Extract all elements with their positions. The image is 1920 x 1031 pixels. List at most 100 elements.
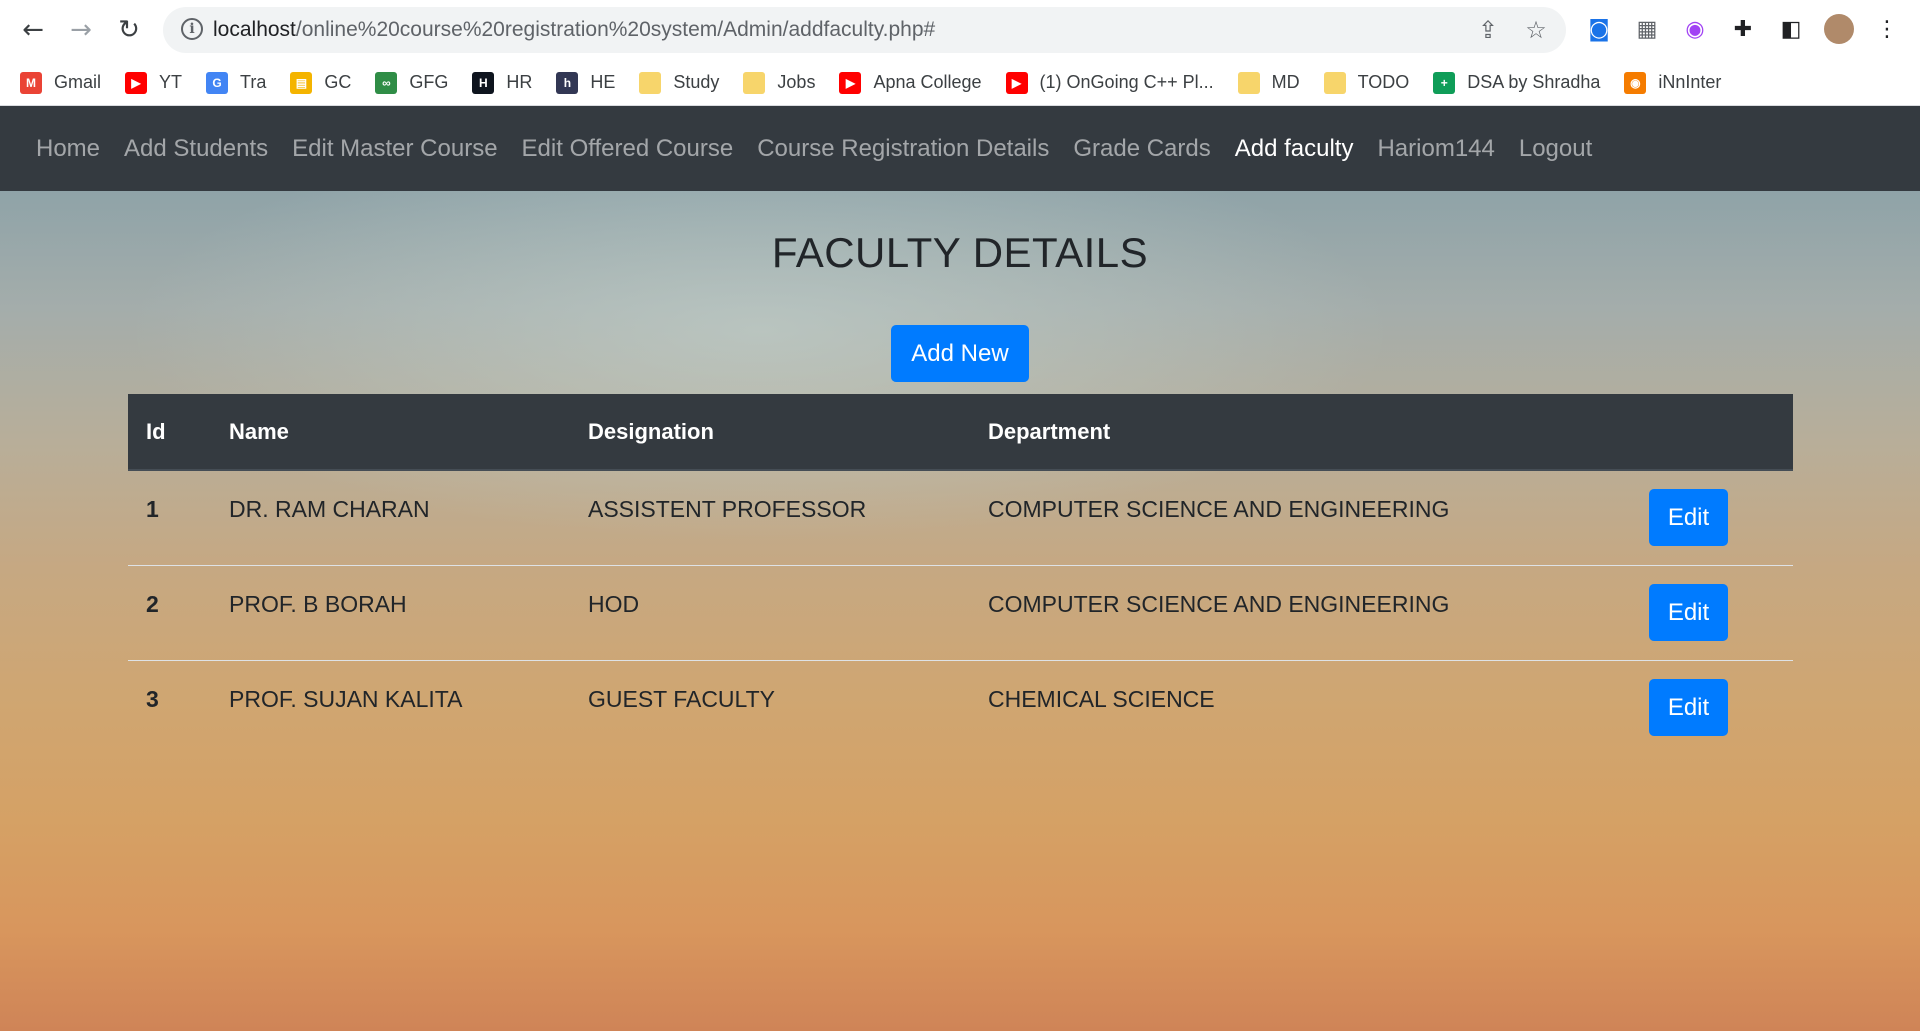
- youtube-icon: ▶: [125, 71, 148, 94]
- bookmark-item[interactable]: M Gmail: [20, 71, 102, 94]
- cell-id: 3: [146, 686, 159, 712]
- edit-button[interactable]: Edit: [1649, 584, 1728, 641]
- address-bar[interactable]: i localhost/online%20course%20registrati…: [163, 7, 1566, 53]
- bookmark-item[interactable]: Jobs: [743, 71, 816, 94]
- sheets-icon: +: [1433, 71, 1456, 94]
- cell-department: CHEMICAL SCIENCE: [988, 686, 1215, 712]
- main-content: FACULTY DETAILS Add New Id Name Designat…: [0, 191, 1920, 1031]
- folder-icon: [639, 71, 662, 94]
- table-row: 1 DR. RAM CHARAN ASSISTENT PROFESSOR COMPUT…: [128, 471, 1793, 566]
- menu-kebab-icon[interactable]: ⋮: [1871, 13, 1903, 45]
- header-designation: Designation: [588, 419, 714, 444]
- cell-name: DR. RAM CHARAN: [229, 496, 430, 522]
- header-id: Id: [146, 419, 166, 444]
- extensions-puzzle-icon[interactable]: ✚: [1727, 13, 1759, 45]
- header-name: Name: [229, 419, 289, 444]
- nav-link-edit-master-course[interactable]: Edit Master Course: [292, 135, 497, 163]
- back-icon[interactable]: ←: [13, 10, 53, 50]
- edit-button[interactable]: Edit: [1649, 679, 1728, 736]
- nav-link-add-faculty[interactable]: Add faculty: [1235, 135, 1354, 163]
- main-navbar: Home Add Students Edit Master Course Edit O…: [0, 106, 1920, 191]
- globe-icon: ◉: [1624, 71, 1647, 94]
- tineye-extension-icon[interactable]: ▦: [1631, 13, 1663, 45]
- bookmark-item[interactable]: h HE: [556, 71, 616, 94]
- add-new-button[interactable]: Add New: [891, 325, 1029, 382]
- bookmark-label: GC: [324, 72, 352, 92]
- browser-chrome: ← → ↻ i localhost/online%20course%20regi…: [0, 0, 1920, 106]
- hackerearth-icon: h: [556, 71, 579, 94]
- table-body: 1 DR. RAM CHARAN ASSISTENT PROFESSOR COMPUT…: [128, 471, 1793, 756]
- bookmarks-bar: M Gmail ▶ YT G Tra ▤ GC ∞ GFG H HR h HE Study Jobs ▶ Apna…: [0, 60, 1920, 106]
- bookmark-item[interactable]: Study: [639, 71, 720, 94]
- url-host: localhost: [213, 18, 296, 41]
- nav-link-edit-offered-course[interactable]: Edit Offered Course: [522, 135, 734, 163]
- nav-link-grade-cards[interactable]: Grade Cards: [1073, 135, 1210, 163]
- cell-name: PROF. B BORAH: [229, 591, 407, 617]
- share-icon[interactable]: ⇪: [1473, 15, 1503, 45]
- bookmark-label: Gmail: [54, 72, 102, 92]
- gfg-icon: ∞: [375, 71, 398, 94]
- cell-id: 2: [146, 591, 159, 617]
- table-row: 2 PROF. B BORAH HOD COMPUTER SCIENCE AND EN…: [128, 566, 1793, 661]
- nav-link-logout[interactable]: Logout: [1519, 135, 1592, 163]
- site-info-icon[interactable]: i: [181, 18, 203, 40]
- table-header: Id Name Designation Department: [128, 394, 1793, 471]
- cell-designation: ASSISTENT PROFESSOR: [588, 496, 867, 522]
- bookmark-star-icon[interactable]: ☆: [1521, 15, 1551, 45]
- bookmark-label: YT: [159, 72, 183, 92]
- bookmark-item[interactable]: + DSA by Shradha: [1433, 71, 1600, 94]
- profile-avatar[interactable]: [1823, 13, 1855, 45]
- cell-department: COMPUTER SCIENCE AND ENGINEERING: [988, 591, 1450, 617]
- nav-link-add-students[interactable]: Add Students: [124, 135, 268, 163]
- bookmark-item[interactable]: TODO: [1323, 71, 1410, 94]
- bookmark-item[interactable]: ▶ YT: [125, 71, 183, 94]
- translate-icon: G: [206, 71, 229, 94]
- table-row: 3 PROF. SUJAN KALITA GUEST FACULTY CHEMICAL…: [128, 661, 1793, 756]
- bookmark-item[interactable]: ▶ Apna College: [839, 71, 982, 94]
- youtube-icon: ▶: [839, 71, 862, 94]
- bookmark-item[interactable]: G Tra: [206, 71, 267, 94]
- cell-name: PROF. SUJAN KALITA: [229, 686, 463, 712]
- url-path: /online%20course%20registration%20system…: [295, 18, 936, 41]
- bookmark-label: GFG: [409, 72, 449, 92]
- browser-toolbar: ← → ↻ i localhost/online%20course%20regi…: [0, 0, 1920, 60]
- bookmark-item[interactable]: ◉ iNnInter: [1624, 71, 1722, 94]
- hackerrank-icon: H: [472, 71, 495, 94]
- screen-capture-extension-icon[interactable]: ◙: [1583, 13, 1615, 45]
- nav-link-hariom144[interactable]: Hariom144: [1377, 135, 1494, 163]
- cell-id: 1: [146, 496, 159, 522]
- faculty-table: Id Name Designation Department 1 DR. RAM …: [128, 394, 1793, 756]
- edit-button[interactable]: Edit: [1649, 489, 1728, 546]
- side-panel-icon[interactable]: ◧: [1775, 13, 1807, 45]
- bookmark-item[interactable]: MD: [1237, 71, 1300, 94]
- url-text[interactable]: localhost/online%20course%20registration…: [213, 18, 935, 42]
- bookmark-label: iNnInter: [1658, 72, 1722, 92]
- broadcast-extension-icon[interactable]: ◉: [1679, 13, 1711, 45]
- bookmark-label: Tra: [240, 72, 267, 92]
- bookmark-label: Apna College: [873, 72, 982, 92]
- cell-designation: HOD: [588, 591, 640, 617]
- bookmark-item[interactable]: H HR: [472, 71, 533, 94]
- folder-icon: [1323, 71, 1346, 94]
- nav-link-course-registration-details[interactable]: Course Registration Details: [757, 135, 1049, 163]
- bookmark-label: (1) OnGoing C++ Pl...: [1039, 72, 1214, 92]
- bookmark-label: Study: [673, 72, 720, 92]
- classroom-icon: ▤: [290, 71, 313, 94]
- folder-icon: [1237, 71, 1260, 94]
- folder-icon: [743, 71, 766, 94]
- bookmark-label: HE: [590, 72, 616, 92]
- youtube-icon: ▶: [1005, 71, 1028, 94]
- forward-icon[interactable]: →: [61, 10, 101, 50]
- gmail-icon: M: [20, 71, 42, 94]
- bookmark-item[interactable]: ▶ (1) OnGoing C++ Pl...: [1005, 71, 1214, 94]
- bookmark-item[interactable]: ▤ GC: [290, 71, 352, 94]
- reload-icon[interactable]: ↻: [109, 10, 149, 50]
- cell-department: COMPUTER SCIENCE AND ENGINEERING: [988, 496, 1450, 522]
- page-title: FACULTY DETAILS: [771, 229, 1149, 276]
- bookmark-label: Jobs: [777, 72, 816, 92]
- bookmark-item[interactable]: ∞ GFG: [375, 71, 449, 94]
- bookmark-label: HR: [506, 72, 533, 92]
- nav-link-home[interactable]: Home: [36, 135, 100, 163]
- bookmark-label: TODO: [1357, 72, 1410, 92]
- cell-designation: GUEST FACULTY: [588, 686, 776, 712]
